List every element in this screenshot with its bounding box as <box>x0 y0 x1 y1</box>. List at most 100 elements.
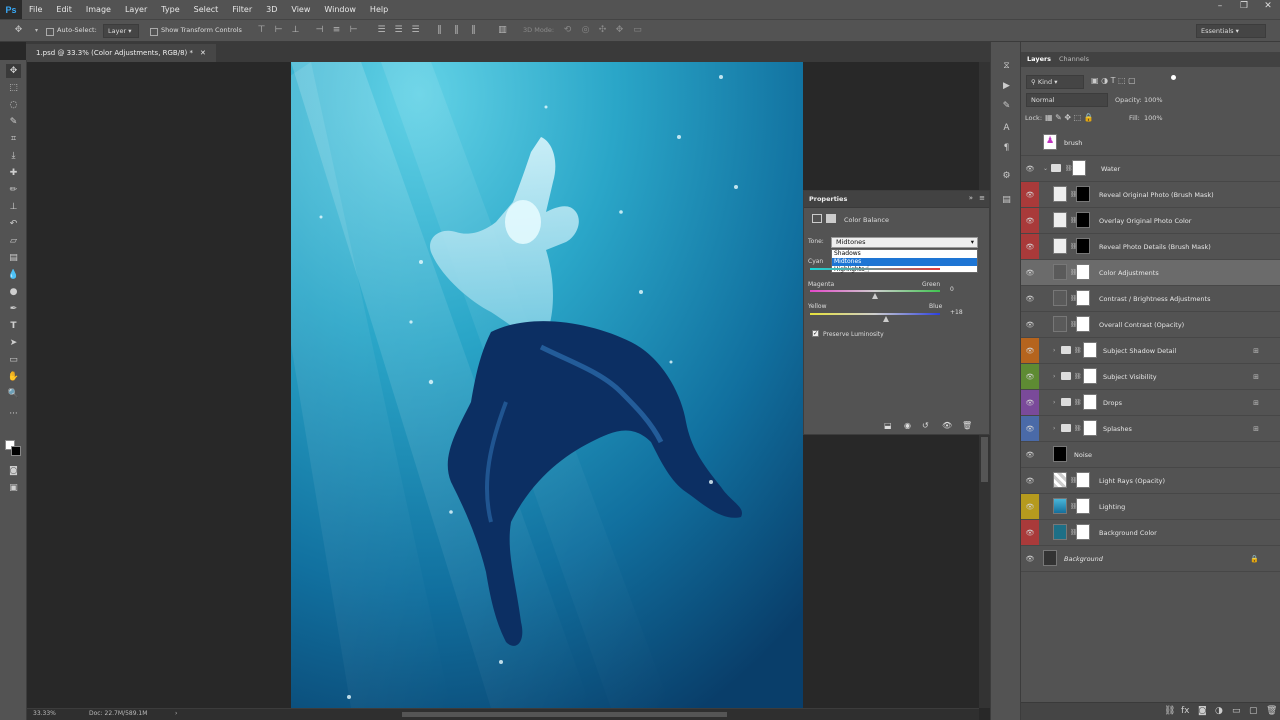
layer-row[interactable]: 👁 ⛓ Overlay Original Photo Color <box>1021 208 1280 234</box>
yellow-blue-value[interactable]: +18 <box>950 309 963 316</box>
expand-arrow-icon[interactable]: › <box>1053 347 1055 354</box>
play-action-icon[interactable]: ▶ <box>1000 80 1013 93</box>
layer-mask-thumbnail[interactable] <box>1083 368 1097 384</box>
move-tool-icon[interactable]: ✥ <box>6 64 21 78</box>
visibility-toggle[interactable] <box>1021 130 1039 155</box>
zoom-tool-icon[interactable]: 🔍 <box>6 387 21 401</box>
lasso-tool-icon[interactable]: ◌ <box>6 98 21 112</box>
eye-icon[interactable]: 👁 <box>1021 156 1039 181</box>
background-color-swatch[interactable] <box>11 446 21 456</box>
layer-thumbnail[interactable] <box>1053 290 1067 306</box>
quick-mask-icon[interactable]: ◙ <box>6 464 21 478</box>
view-previous-icon[interactable]: ◉ <box>904 421 911 430</box>
layer-thumbnail[interactable] <box>1053 186 1067 202</box>
menu-filter[interactable]: Filter <box>225 0 259 19</box>
eye-icon[interactable]: 👁 <box>1021 520 1039 545</box>
layer-mask-thumbnail[interactable] <box>1076 316 1090 332</box>
new-layer-icon[interactable]: ▢ <box>1249 706 1258 716</box>
layer-row[interactable]: 👁 › ⛓ Drops ⊞ <box>1021 390 1280 416</box>
delete-layer-icon[interactable]: 🗑 <box>1266 706 1277 716</box>
pen-tool-icon[interactable]: ✒ <box>6 302 21 316</box>
layer-thumbnail[interactable] <box>1053 524 1067 540</box>
layer-row[interactable]: 👁 ⛓ Lighting <box>1021 494 1280 520</box>
layer-row[interactable]: ♟ brush <box>1021 130 1280 156</box>
tone-select[interactable]: Midtones ▾ <box>831 237 978 248</box>
yellow-blue-thumb[interactable] <box>883 316 889 322</box>
layer-mask-thumbnail[interactable] <box>1076 212 1090 228</box>
menu-type[interactable]: Type <box>154 0 186 19</box>
layer-mask-thumbnail[interactable] <box>1076 186 1090 202</box>
reset-icon[interactable]: ↺ <box>922 421 929 430</box>
eraser-tool-icon[interactable]: ▱ <box>6 234 21 248</box>
workspace-select[interactable]: Essentials ▾ <box>1196 24 1266 38</box>
align-top-icon[interactable]: ⊤ <box>256 25 267 36</box>
eye-icon[interactable]: 👁 <box>1021 364 1039 389</box>
eye-icon[interactable]: 👁 <box>1021 442 1039 467</box>
layer-row[interactable]: 👁 ⛓ Light Rays (Opacity) <box>1021 468 1280 494</box>
distribute-center-icon[interactable]: ‖ <box>451 25 462 36</box>
tab-layers[interactable]: Layers <box>1027 55 1051 63</box>
blend-mode-select[interactable]: Normal <box>1026 93 1108 107</box>
auto-select-checkbox[interactable] <box>46 28 54 36</box>
distribute-right-icon[interactable]: ‖ <box>468 25 479 36</box>
cyan-red-slider[interactable] <box>810 268 940 270</box>
properties-icon[interactable]: ▤ <box>1000 194 1013 207</box>
auto-align-icon[interactable]: ▥ <box>497 25 508 36</box>
layer-thumbnail[interactable]: ♟ <box>1043 134 1057 150</box>
magenta-green-thumb[interactable] <box>872 293 878 299</box>
menu-window[interactable]: Window <box>317 0 363 19</box>
tone-option-shadows[interactable]: Shadows <box>832 250 977 258</box>
healing-brush-tool-icon[interactable]: ✚ <box>6 166 21 180</box>
eye-icon[interactable]: 👁 <box>1021 338 1039 363</box>
filter-icons[interactable]: ▣ ◑ T ⬚ ▢ <box>1091 76 1136 85</box>
layer-row[interactable]: 👁 › ⛓ Subject Shadow Detail ⊞ <box>1021 338 1280 364</box>
quick-select-tool-icon[interactable]: ✎ <box>6 115 21 129</box>
toggle-visibility-icon[interactable]: 👁 <box>942 421 952 430</box>
minimize-button[interactable]: – <box>1208 0 1232 14</box>
layer-mask-thumbnail[interactable] <box>1076 290 1090 306</box>
layer-thumbnail[interactable] <box>1053 472 1067 488</box>
menu-edit[interactable]: Edit <box>49 0 79 19</box>
layer-mask-thumbnail[interactable] <box>1076 264 1090 280</box>
layer-mask-thumbnail[interactable] <box>1076 472 1090 488</box>
layer-row[interactable]: 👁 › ⛓ Subject Visibility ⊞ <box>1021 364 1280 390</box>
dropdown-icon[interactable]: ▾ <box>31 25 42 36</box>
document-tab[interactable]: 1.psd @ 33.3% (Color Adjustments, RGB/8)… <box>26 44 216 62</box>
yellow-blue-slider[interactable] <box>810 313 940 315</box>
maximize-button[interactable]: ❐ <box>1232 0 1256 14</box>
mask-icon[interactable] <box>826 214 836 223</box>
brush-tool-icon[interactable]: ✏ <box>6 183 21 197</box>
shape-tool-icon[interactable]: ▭ <box>6 353 21 367</box>
new-adjustment-icon[interactable]: ◑ <box>1215 706 1223 716</box>
link-layers-icon[interactable]: ⛓ <box>1164 706 1175 716</box>
crop-tool-icon[interactable]: ⌗ <box>6 132 21 146</box>
eye-icon[interactable]: 👁 <box>1021 260 1039 285</box>
menu-help[interactable]: Help <box>363 0 395 19</box>
close-tab-icon[interactable]: ✕ <box>200 49 206 57</box>
layer-row[interactable]: 👁 ⌄ ⛓ Water <box>1021 156 1280 182</box>
blur-tool-icon[interactable]: 💧 <box>6 268 21 282</box>
preserve-luminosity-checkbox[interactable]: ✓ <box>812 330 819 337</box>
status-menu-icon[interactable]: › <box>175 710 177 717</box>
layer-thumbnail[interactable] <box>1053 238 1067 254</box>
screen-mode-icon[interactable]: ▣ <box>6 481 21 495</box>
distribute-bottom-icon[interactable]: ☰ <box>410 25 421 36</box>
filter-kind-select[interactable]: ⚲ Kind ▾ <box>1026 75 1084 89</box>
3d-rotate-icon[interactable]: ⟲ <box>562 25 573 36</box>
layer-thumbnail[interactable] <box>1053 316 1067 332</box>
eye-icon[interactable]: 👁 <box>1021 416 1039 441</box>
layer-mask-thumbnail[interactable] <box>1076 524 1090 540</box>
filter-toggle-icon[interactable] <box>1171 75 1176 80</box>
new-group-icon[interactable]: ▭ <box>1232 706 1241 716</box>
align-bottom-icon[interactable]: ⊥ <box>290 25 301 36</box>
horizontal-scroll-thumb[interactable] <box>402 712 727 717</box>
eye-icon[interactable]: 👁 <box>1021 234 1039 259</box>
expand-arrow-icon[interactable]: › <box>1053 425 1055 432</box>
align-middle-icon[interactable]: ⊢ <box>273 25 284 36</box>
fill-value[interactable]: 100% <box>1144 114 1163 122</box>
zoom-level[interactable]: 33.33% <box>33 710 56 717</box>
eye-icon[interactable]: 👁 <box>1021 182 1039 207</box>
dodge-tool-icon[interactable]: ● <box>6 285 21 299</box>
document-canvas[interactable] <box>291 62 803 708</box>
3d-drag-icon[interactable]: ✣ <box>597 25 608 36</box>
